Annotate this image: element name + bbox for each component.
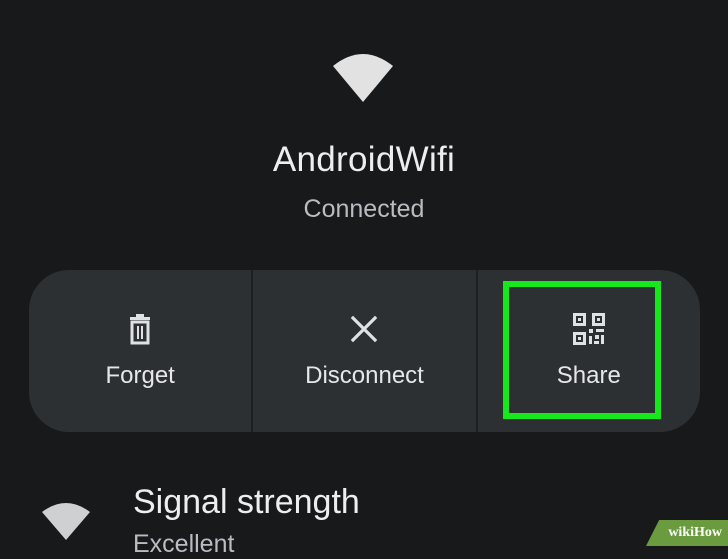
wikihow-watermark: wikiHow [646, 520, 728, 546]
forget-label: Forget [105, 362, 175, 389]
forget-button[interactable]: Forget [29, 270, 251, 432]
qr-code-icon [572, 313, 605, 345]
network-status: Connected [303, 195, 425, 223]
disconnect-button[interactable]: Disconnect [251, 270, 475, 432]
share-button[interactable]: Share [475, 270, 700, 432]
wifi-icon [42, 503, 90, 540]
signal-strength-title: Signal strength [133, 483, 360, 521]
network-name: AndroidWifi [272, 140, 456, 179]
disconnect-label: Disconnect [305, 362, 424, 389]
wifi-icon [333, 54, 393, 102]
trash-icon [130, 314, 151, 345]
close-icon [351, 315, 378, 343]
share-label: Share [556, 362, 621, 389]
signal-strength-value: Excellent [133, 530, 235, 558]
action-bar: Forget Disconnect Share [29, 270, 700, 432]
